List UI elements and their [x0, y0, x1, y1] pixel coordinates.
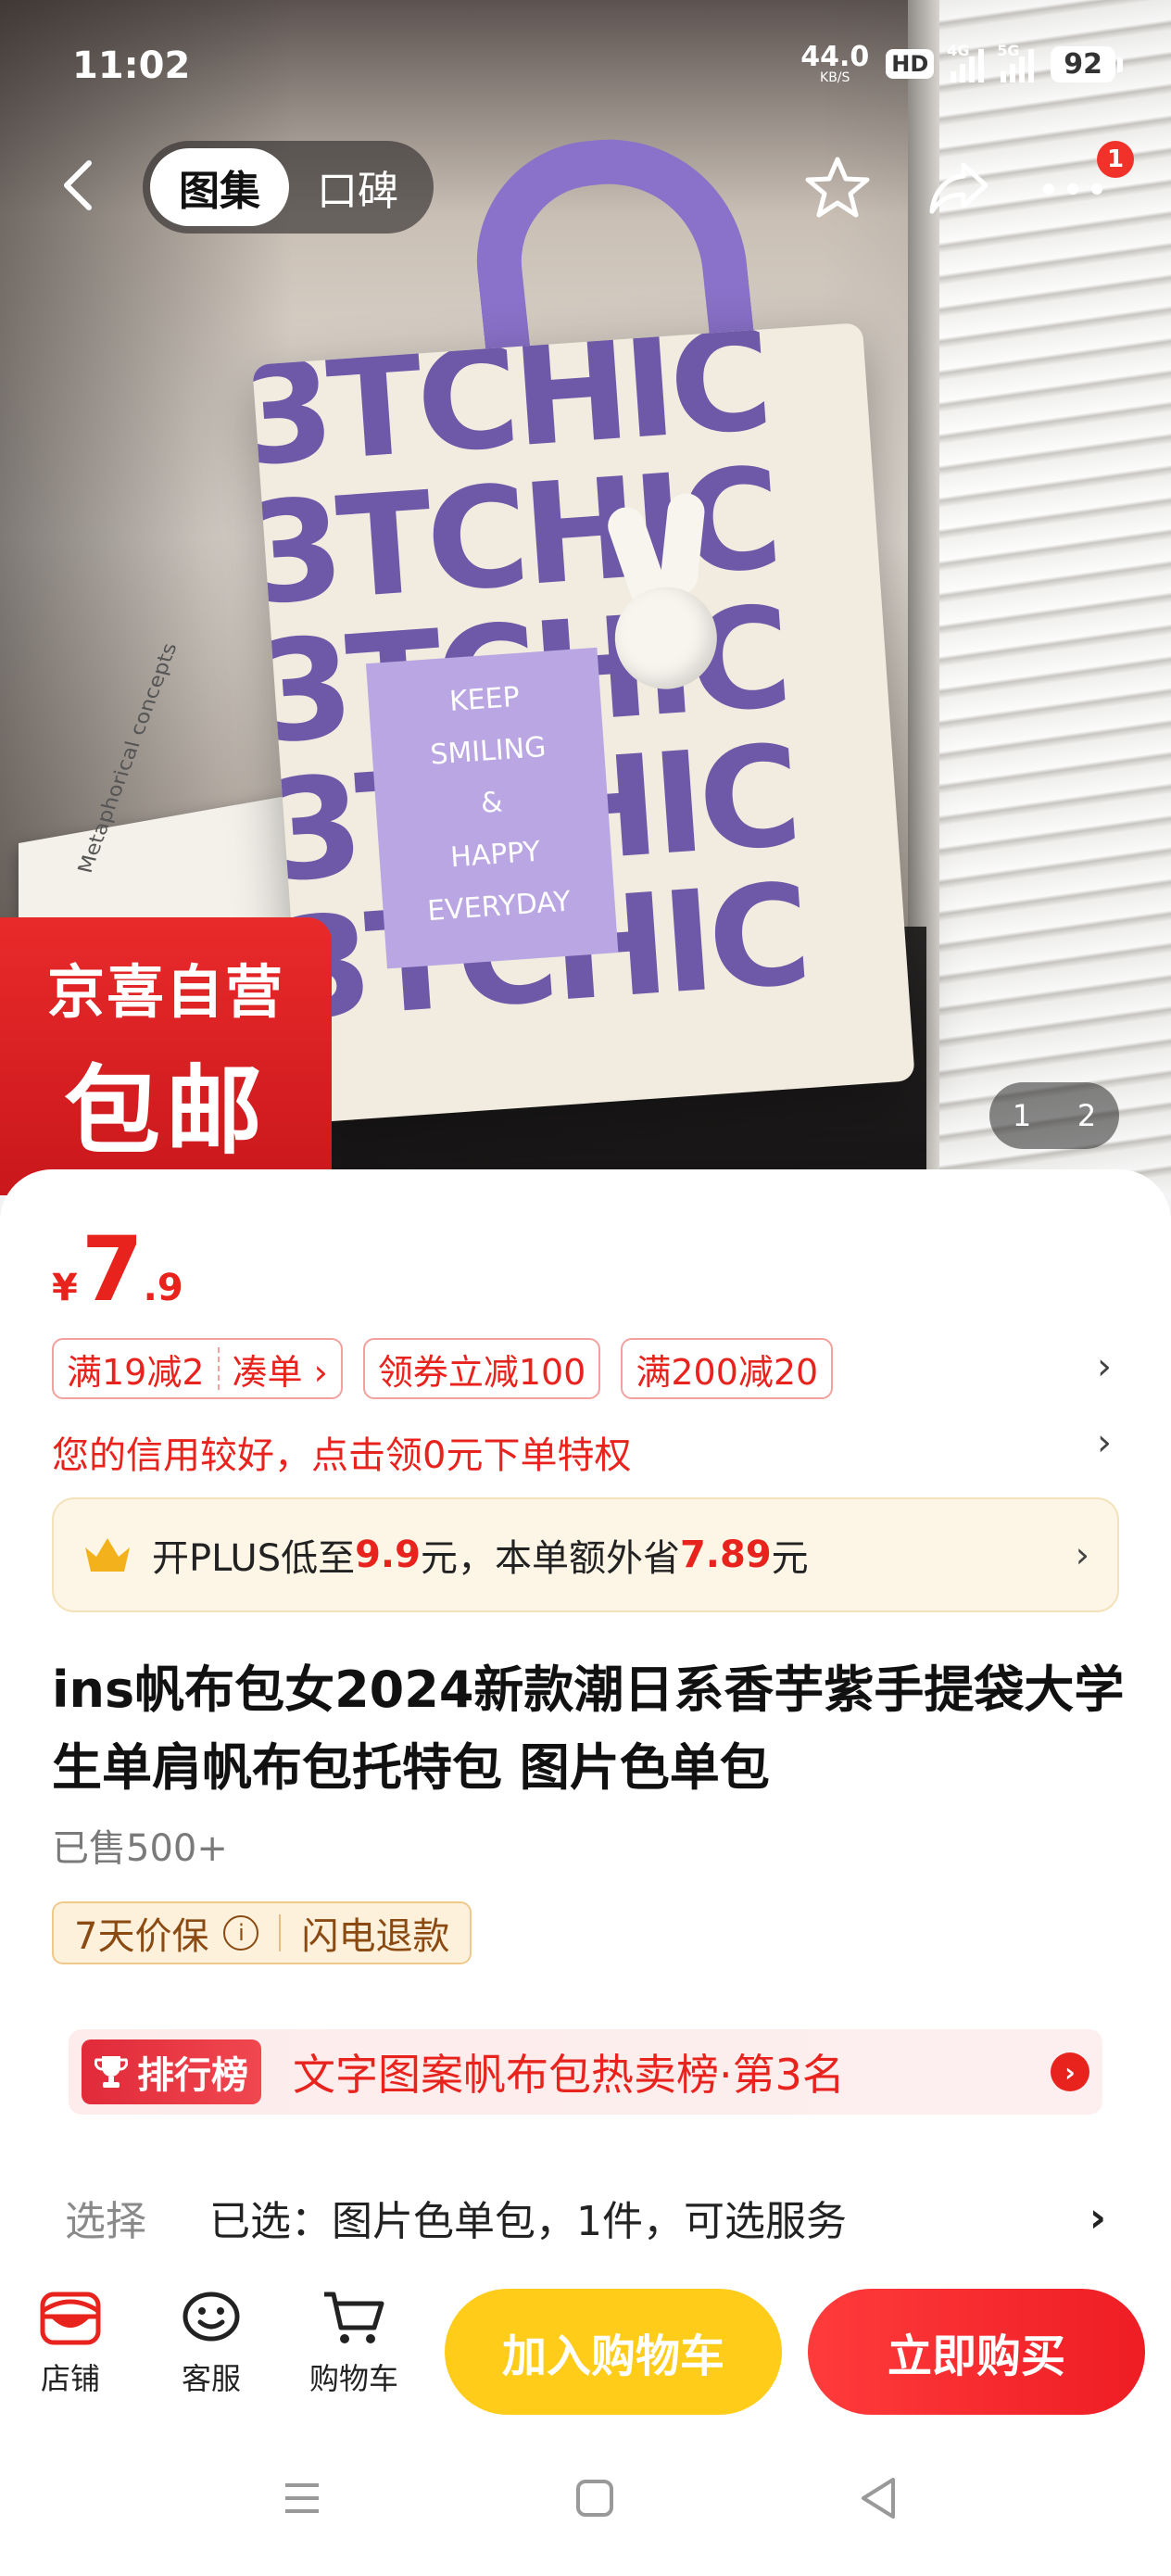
- plus-saving: 7.89: [679, 1534, 772, 1576]
- pager-current: 1: [1012, 1098, 1032, 1133]
- battery-icon: 92: [1051, 45, 1123, 82]
- network-speed-value: 44.0: [800, 41, 870, 73]
- bottom-action-bar: 店铺 客服 购物车 加入购物车 立即购买: [0, 2270, 1171, 2428]
- menu-icon[interactable]: [282, 2478, 322, 2519]
- arrow-right-circle-icon: ›: [1051, 2052, 1089, 2091]
- coupon-instant[interactable]: 领券立减100: [362, 1338, 601, 1399]
- promo-badge-line1: 京喜自营: [46, 958, 284, 1026]
- add-to-cart-button[interactable]: 加入购物车: [445, 2289, 782, 2415]
- favorite-button[interactable]: [804, 154, 871, 221]
- star-icon: [805, 157, 870, 218]
- ranking-banner[interactable]: 排行榜 文字图案帆布包热卖榜·第3名 ›: [69, 2029, 1102, 2115]
- ranking-card[interactable]: 排行榜 文字图案帆布包热卖榜·第3名 ›: [33, 2011, 1138, 2133]
- ranking-tag-label: 排行榜: [137, 2054, 248, 2097]
- coupons-chevron-icon[interactable]: ›: [1097, 1345, 1112, 1388]
- credit-privilege-link[interactable]: 您的信用较好，点击领0元下单特权: [52, 1425, 631, 1479]
- share-button[interactable]: [926, 154, 993, 221]
- price: ¥ 7 .9: [52, 1225, 183, 1314]
- book-text: Metaphorical concepts: [74, 641, 183, 876]
- price-decimal: .9: [143, 1267, 183, 1309]
- notification-badge: 1: [1097, 141, 1134, 178]
- chevron-right-icon: ›: [1089, 2193, 1106, 2241]
- network-speed: 44.0 KB/S: [800, 41, 870, 85]
- shop-button[interactable]: 店铺: [15, 2289, 126, 2398]
- home-icon[interactable]: [574, 2478, 615, 2519]
- jingxi-free-shipping-badge: 京喜自营 包邮: [0, 917, 332, 1195]
- network-speed-unit: KB/S: [820, 70, 850, 85]
- service-label: 客服: [181, 2361, 241, 2396]
- service-guarantee[interactable]: 7天价保 i 闪电退款: [52, 1901, 472, 1964]
- gallery-review-switch: 图集 口碑: [143, 141, 434, 234]
- chat-face-icon: [183, 2292, 240, 2342]
- ranking-text: 文字图案帆布包热卖榜·第3名: [293, 2050, 845, 2100]
- coupon-label: 满200减20: [636, 1351, 819, 1393]
- credit-chevron-icon[interactable]: ›: [1097, 1421, 1112, 1464]
- coupon-label: 领券立减100: [377, 1351, 586, 1393]
- trophy-icon: [94, 2056, 128, 2088]
- plus-chevron-icon: ›: [1075, 1534, 1089, 1575]
- info-icon[interactable]: i: [223, 1915, 259, 1951]
- bag-patch: KEEP SMILING & HAPPY EVERYDAY: [365, 647, 619, 969]
- image-pager: 1 2: [989, 1082, 1119, 1149]
- back-arrow-icon: [64, 160, 92, 210]
- fast-refund-label: 闪电退款: [301, 1915, 450, 1958]
- tab-reviews[interactable]: 口碑: [289, 148, 426, 226]
- cart-button[interactable]: 购物车: [298, 2289, 409, 2398]
- price-integer: 7: [81, 1218, 144, 1321]
- price-currency: ¥: [52, 1267, 78, 1309]
- back-triangle-icon[interactable]: [858, 2476, 899, 2520]
- plus-prefix: 开PLUS低至: [152, 1537, 356, 1580]
- plus-membership-banner[interactable]: 开PLUS低至 9.9 元，本单额外省 7.89 元 ›: [52, 1497, 1119, 1612]
- guarantee-divider: [279, 1914, 282, 1951]
- share-icon: [929, 162, 988, 214]
- store-icon: [40, 2292, 101, 2345]
- coupon-divider: [217, 1347, 220, 1390]
- plus-suffix: 元: [771, 1537, 809, 1580]
- shopping-cart-icon: [324, 2292, 384, 2343]
- buy-now-button[interactable]: 立即购买: [808, 2289, 1145, 2415]
- signal-4g-label: 4G: [947, 42, 970, 59]
- signal-5g-icon: 5G: [997, 42, 1035, 82]
- signal-5g-label: 5G: [997, 42, 1020, 59]
- tab-gallery[interactable]: 图集: [150, 148, 289, 226]
- system-navigation-bar: [0, 2428, 1171, 2576]
- status-indicators: 44.0 KB/S HD 4G 5G 92: [800, 41, 1123, 87]
- cart-label: 购物车: [308, 2361, 398, 2396]
- shop-label: 店铺: [40, 2361, 100, 2396]
- status-time: 11:02: [72, 44, 191, 87]
- coupon-label: 满19减2: [67, 1351, 205, 1393]
- product-title: ins帆布包女2024新款潮日系香芋紫手提袋大学生单肩帆布包托特包 图片色单包: [52, 1661, 1125, 1797]
- coupon-threshold[interactable]: 满200减20: [621, 1338, 834, 1399]
- plus-price: 9.9: [355, 1534, 421, 1576]
- selection-label: 选择: [65, 2198, 146, 2245]
- plus-middle: 元，本单额外省: [420, 1537, 680, 1580]
- hd-icon: HD: [886, 49, 935, 79]
- ranking-tag: 排行榜: [82, 2039, 261, 2104]
- pager-total: 2: [1077, 1098, 1097, 1133]
- tote-bag-image: 3TCHIC 3TCHIC 3TCHIC 3TCHIC 3TCHIC KEEP …: [252, 322, 915, 1124]
- sold-count: 已售500+: [52, 1827, 228, 1870]
- customer-service-button[interactable]: 客服: [156, 2289, 267, 2398]
- coupon-full-reduction[interactable]: 满19减2 凑单 ›: [52, 1338, 343, 1399]
- coupon-list: 满19减2 凑单 › 领券立减100 满200减20: [52, 1338, 834, 1399]
- spec-selection-row[interactable]: 选择 已选：图片色单包，1件，可选服务 ›: [33, 2166, 1138, 2268]
- back-button[interactable]: [56, 158, 102, 213]
- signal-4g-icon: 4G: [947, 42, 985, 82]
- coupon-add-on-link[interactable]: 凑单 ›: [233, 1344, 328, 1395]
- crown-icon: [85, 1538, 130, 1572]
- promo-badge-line2: 包邮: [63, 1054, 268, 1168]
- product-image-gallery[interactable]: Metaphorical concepts 3TCHIC 3TCHIC 3TCH…: [0, 0, 1171, 1195]
- price-protect-label: 7天价保: [74, 1915, 209, 1958]
- selection-value: 已选：图片色单包，1件，可选服务: [209, 2198, 847, 2245]
